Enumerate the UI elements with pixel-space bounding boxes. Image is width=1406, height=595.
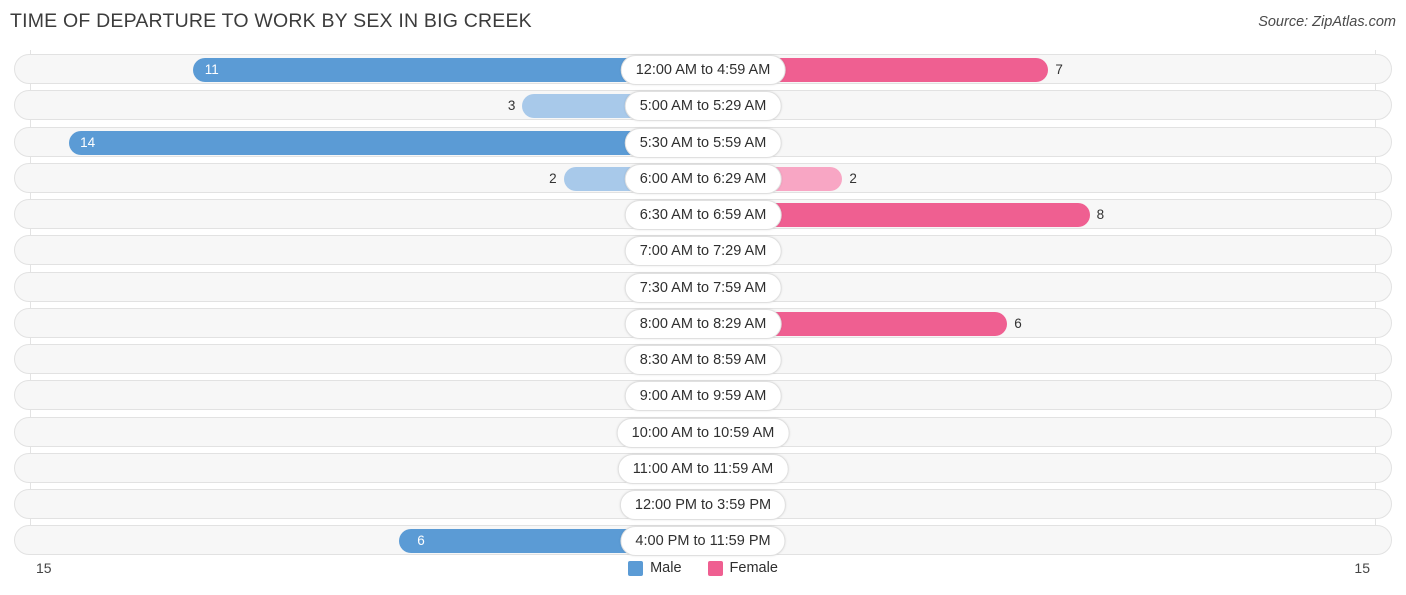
bar-value-male: 2 bbox=[549, 170, 557, 186]
chart-row[interactable]: 009:00 AM to 9:59 AM bbox=[14, 380, 1392, 412]
category-label: 11:00 AM to 11:59 AM bbox=[617, 453, 789, 484]
chart-row[interactable]: 086:30 AM to 6:59 AM bbox=[14, 199, 1392, 230]
chart-row[interactable]: 007:30 AM to 7:59 AM bbox=[14, 271, 1392, 303]
category-label: 8:00 AM to 8:29 AM bbox=[624, 308, 782, 339]
category-label: 7:30 AM to 7:59 AM bbox=[624, 272, 782, 303]
chart-row[interactable]: 1405:30 AM to 5:59 AM bbox=[14, 126, 1392, 158]
chart-row[interactable]: 0011:00 AM to 11:59 AM bbox=[14, 452, 1392, 484]
category-label: 5:00 AM to 5:29 AM bbox=[624, 91, 782, 122]
legend-item-female[interactable]: Female bbox=[707, 560, 778, 576]
bar-value-female: 8 bbox=[1096, 207, 1105, 222]
bar-value-male: 6 bbox=[417, 533, 425, 549]
chart-row[interactable]: 008:30 AM to 8:59 AM bbox=[14, 344, 1392, 375]
bar-value-female: 6 bbox=[1014, 315, 1022, 331]
bar-value-male: 3 bbox=[507, 98, 516, 114]
chart-row[interactable]: 0012:00 PM to 3:59 PM bbox=[14, 489, 1392, 520]
chart-page: TIME OF DEPARTURE TO WORK BY SEX IN BIG … bbox=[0, 0, 1406, 595]
category-label: 4:00 PM to 11:59 PM bbox=[620, 526, 786, 557]
legend-item-male[interactable]: Male bbox=[628, 560, 682, 576]
chart-row[interactable]: 305:00 AM to 5:29 AM bbox=[14, 90, 1392, 122]
category-label: 12:00 PM to 3:59 PM bbox=[619, 490, 787, 520]
category-label: 9:00 AM to 9:59 AM bbox=[624, 381, 782, 412]
category-label: 6:00 AM to 6:29 AM bbox=[624, 163, 782, 194]
chart-row[interactable]: 604:00 PM to 11:59 PM bbox=[14, 525, 1392, 557]
chart-plot-area: 11 7 12:00 AM to 4:59 AM 305:00 AM to 5:29 … bbox=[0, 50, 1406, 557]
chart-legend: Male Female bbox=[0, 560, 1406, 576]
chart-row[interactable]: 068:00 AM to 8:29 AM bbox=[14, 307, 1392, 339]
chart-row[interactable]: 0010:00 AM to 10:59 AM bbox=[14, 416, 1392, 448]
category-label: 8:30 AM to 8:59 AM bbox=[624, 345, 782, 375]
bar-value-female: 7 bbox=[1055, 62, 1063, 77]
chart-row[interactable]: 007:00 AM to 7:29 AM bbox=[14, 235, 1392, 267]
category-label: 6:30 AM to 6:59 AM bbox=[624, 200, 782, 230]
legend-label: Female bbox=[729, 560, 778, 576]
bar-value-female: 2 bbox=[849, 170, 857, 186]
category-label: 10:00 AM to 10:59 AM bbox=[616, 417, 790, 448]
bar-value-male: 11 bbox=[204, 62, 219, 77]
source-attribution: Source: ZipAtlas.com bbox=[1258, 14, 1396, 30]
chart-row[interactable]: 11 7 12:00 AM to 4:59 AM bbox=[14, 54, 1392, 85]
legend-swatch-icon bbox=[707, 560, 723, 576]
legend-swatch-icon bbox=[628, 560, 644, 576]
bar-male[interactable] bbox=[69, 130, 703, 155]
page-title: TIME OF DEPARTURE TO WORK BY SEX IN BIG … bbox=[10, 10, 532, 32]
legend-label: Male bbox=[650, 560, 682, 576]
bar-value-male: 14 bbox=[80, 134, 96, 150]
chart-row[interactable]: 2 2 6:00 AM to 6:29 AM bbox=[14, 162, 1392, 194]
category-label: 7:00 AM to 7:29 AM bbox=[624, 236, 782, 267]
category-label: 5:30 AM to 5:59 AM bbox=[624, 127, 782, 158]
category-label: 12:00 AM to 4:59 AM bbox=[620, 55, 786, 85]
